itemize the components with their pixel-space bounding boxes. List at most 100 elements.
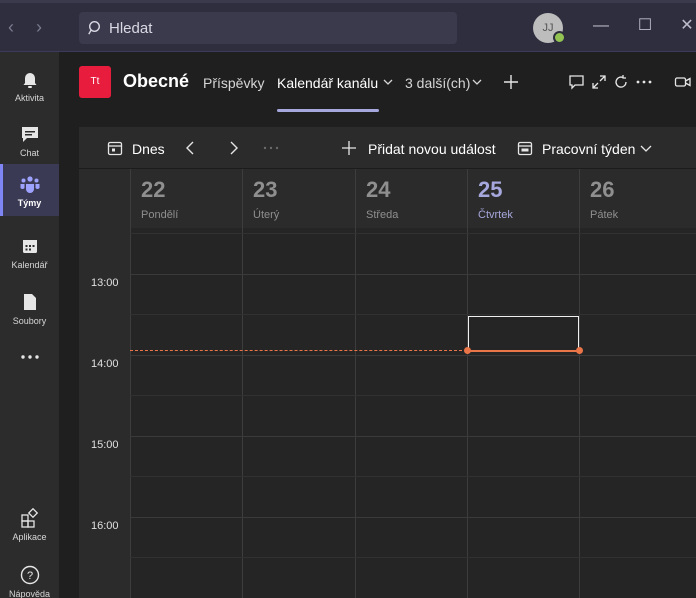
- today-button[interactable]: Dnes: [132, 141, 165, 157]
- grid-line: [130, 274, 696, 275]
- day-name: Pátek: [590, 209, 619, 221]
- current-time-dot: [464, 347, 471, 354]
- tab-posts[interactable]: Příspěvky: [203, 75, 264, 91]
- close-icon[interactable]: ✕: [676, 15, 696, 37]
- file-icon: [24, 294, 36, 310]
- rail-item-chat[interactable]: Chat: [0, 114, 59, 166]
- rail-item-calendar[interactable]: Kalendář: [0, 226, 59, 278]
- rail-label: Chat: [19, 148, 39, 158]
- day-number: 25: [478, 177, 503, 202]
- channel-title: Obecné: [123, 71, 190, 91]
- channel-header: Tt Obecné Příspěvky Kalendář kanálu 3 da…: [59, 52, 696, 112]
- calendar-grid: 13:00 14:00 15:00 16:00: [79, 228, 696, 598]
- day-header-tuesday[interactable]: 23 Úterý: [242, 169, 355, 228]
- search-input[interactable]: Hledat: [79, 12, 457, 44]
- conversation-icon[interactable]: [568, 73, 586, 91]
- grid-line: [130, 436, 696, 437]
- meet-video-icon[interactable]: [674, 73, 692, 91]
- active-tab-indicator: [277, 109, 379, 112]
- rail-item-files[interactable]: Soubory: [0, 282, 59, 334]
- app-rail: Aktivita Chat Týmy Kalendář Soubory Apli…: [0, 52, 59, 598]
- back-arrow-icon[interactable]: ‹: [3, 17, 19, 37]
- view-selector[interactable]: Pracovní týden: [542, 141, 635, 157]
- rail-label: Kalendář: [11, 260, 48, 270]
- rail-label: Nápověda: [8, 589, 51, 598]
- day-number: 24: [366, 177, 391, 202]
- chevron-down-icon[interactable]: [639, 141, 653, 155]
- tab-more[interactable]: 3 další(ch): [405, 75, 470, 91]
- day-name: Úterý: [253, 209, 280, 221]
- time-column: 13:00 14:00 15:00 16:00: [79, 228, 130, 598]
- day-header-thursday[interactable]: 25 Čtvrtek: [467, 169, 579, 228]
- help-icon: ?: [20, 565, 40, 585]
- calendar-toolbar: Dnes Přidat novou událost Pracovní týden: [79, 127, 696, 169]
- day-column-wednesday[interactable]: [355, 228, 467, 598]
- grid-line: [130, 314, 696, 315]
- rail-label: Aktivita: [14, 93, 44, 103]
- day-column-tuesday[interactable]: [242, 228, 355, 598]
- day-column-monday[interactable]: [130, 228, 242, 598]
- day-header-monday[interactable]: 22 Pondělí: [130, 169, 242, 228]
- window-top-border: [0, 0, 696, 3]
- previous-week-icon[interactable]: [182, 139, 200, 157]
- day-number: 22: [141, 177, 166, 202]
- chat-icon: [22, 127, 38, 142]
- selected-time-slot[interactable]: [468, 316, 579, 352]
- more-icon: [21, 355, 39, 359]
- day-name: Středa: [366, 209, 399, 221]
- rail-item-apps[interactable]: Aplikace: [0, 498, 59, 550]
- presence-available-icon: [553, 31, 566, 44]
- rail-item-teams[interactable]: Týmy: [0, 164, 59, 216]
- day-header-friday[interactable]: 26 Pátek: [579, 169, 696, 228]
- add-event-button[interactable]: Přidat novou událost: [368, 141, 496, 157]
- day-name: Čtvrtek: [478, 209, 513, 221]
- time-label: 13:00: [91, 277, 119, 289]
- bell-icon: [23, 73, 37, 88]
- maximize-icon[interactable]: ☐: [634, 15, 656, 37]
- tab-channel-calendar[interactable]: Kalendář kanálu: [277, 75, 378, 91]
- more-icon[interactable]: [262, 139, 280, 157]
- search-icon: [88, 20, 101, 35]
- refresh-icon[interactable]: [612, 73, 630, 91]
- rail-item-more[interactable]: [0, 335, 59, 387]
- rail-item-activity[interactable]: Aktivita: [0, 59, 59, 111]
- day-number: 23: [253, 177, 278, 202]
- calendar-today-icon: [107, 141, 123, 156]
- time-label: 16:00: [91, 520, 119, 532]
- day-name: Pondělí: [141, 209, 179, 221]
- time-label: 14:00: [91, 358, 119, 370]
- calendar-view-icon: [517, 141, 533, 156]
- current-time-line-today: [467, 350, 579, 352]
- next-week-icon[interactable]: [224, 139, 242, 157]
- more-options-icon[interactable]: [635, 73, 653, 91]
- day-header-wednesday[interactable]: 24 Středa: [355, 169, 467, 228]
- day-number: 26: [590, 177, 615, 202]
- team-avatar[interactable]: Tt: [79, 66, 111, 98]
- grid-line: [130, 233, 696, 234]
- channel-calendar: Dnes Přidat novou událost Pracovní týden…: [79, 127, 696, 598]
- day-column-friday[interactable]: [579, 228, 696, 598]
- chevron-down-icon[interactable]: [471, 76, 483, 88]
- minimize-icon[interactable]: —: [590, 15, 612, 37]
- chevron-down-icon[interactable]: [382, 76, 394, 88]
- teams-icon: [20, 176, 40, 193]
- grid-line: [130, 395, 696, 396]
- expand-icon[interactable]: [590, 73, 608, 91]
- rail-label: Týmy: [17, 198, 42, 208]
- calendar-icon: [23, 240, 37, 253]
- time-label: 15:00: [91, 439, 119, 451]
- rail-item-help[interactable]: ? Nápověda: [0, 555, 59, 598]
- forward-arrow-icon[interactable]: ›: [31, 17, 47, 37]
- rail-label: Aplikace: [12, 532, 47, 542]
- grid-line: [130, 355, 696, 356]
- apps-icon: [21, 507, 39, 528]
- current-time-line: [130, 350, 467, 351]
- current-time-dot: [576, 347, 583, 354]
- day-column-thursday[interactable]: [467, 228, 579, 598]
- title-bar: ‹ › Hledat JJ — ☐ ✕: [0, 0, 696, 52]
- svg-text:?: ?: [27, 570, 33, 582]
- add-tab-icon[interactable]: [502, 73, 520, 91]
- grid-line: [130, 476, 696, 477]
- rail-label: Soubory: [12, 316, 47, 326]
- grid-line: [130, 517, 696, 518]
